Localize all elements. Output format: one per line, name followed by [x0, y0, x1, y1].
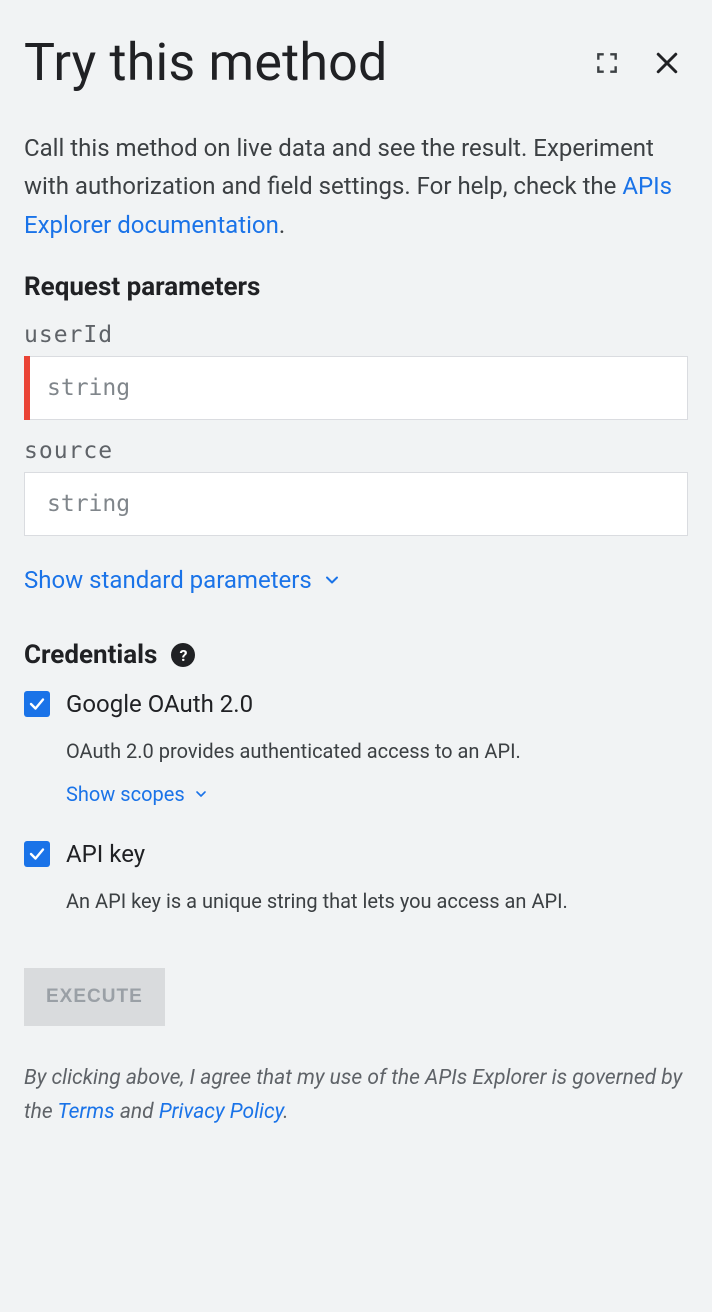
disclaimer-text: By clicking above, I agree that my use o… — [24, 1062, 688, 1129]
intro-text-before: Call this method on live data and see th… — [24, 134, 654, 200]
show-scopes-label: Show scopes — [66, 782, 185, 806]
disclaimer-mid: and — [120, 1100, 159, 1124]
oauth-checkbox[interactable] — [24, 691, 50, 717]
credentials-heading: Credentials ? — [24, 640, 688, 670]
userid-input[interactable] — [24, 356, 688, 420]
source-input-wrap — [24, 472, 688, 536]
terms-link[interactable]: Terms — [57, 1100, 114, 1124]
intro-text: Call this method on live data and see th… — [24, 129, 688, 244]
request-parameters-heading: Request parameters — [24, 272, 688, 302]
credential-apikey: API key An API key is a unique string th… — [24, 840, 688, 916]
intro-text-after: . — [279, 211, 285, 239]
close-icon[interactable] — [652, 48, 682, 78]
credential-apikey-row: API key — [24, 840, 688, 868]
param-label-source: source — [24, 438, 688, 464]
show-standard-parameters-link[interactable]: Show standard parameters — [24, 566, 342, 594]
try-method-panel: Try this method Call this method on live… — [0, 0, 712, 1153]
source-input[interactable] — [24, 472, 688, 536]
chevron-down-icon — [322, 570, 342, 590]
userid-input-wrap — [24, 356, 688, 420]
panel-title: Try this method — [24, 32, 388, 93]
oauth-label: Google OAuth 2.0 — [66, 690, 253, 718]
param-label-userid: userId — [24, 322, 688, 348]
credential-oauth-row: Google OAuth 2.0 — [24, 690, 688, 718]
privacy-policy-link[interactable]: Privacy Policy — [159, 1100, 283, 1124]
chevron-down-icon — [193, 786, 209, 802]
disclaimer-after: . — [283, 1100, 288, 1124]
panel-header: Try this method — [24, 32, 688, 93]
show-scopes-link[interactable]: Show scopes — [66, 782, 209, 806]
credentials-heading-label: Credentials — [24, 640, 157, 670]
oauth-description: OAuth 2.0 provides authenticated access … — [66, 736, 688, 766]
execute-button[interactable]: EXECUTE — [24, 968, 165, 1026]
apikey-checkbox[interactable] — [24, 841, 50, 867]
credential-oauth: Google OAuth 2.0 OAuth 2.0 provides auth… — [24, 690, 688, 806]
show-standard-parameters-label: Show standard parameters — [24, 566, 312, 594]
header-actions — [594, 48, 688, 78]
apikey-description: An API key is a unique string that lets … — [66, 886, 688, 916]
apikey-label: API key — [66, 840, 145, 868]
fullscreen-icon[interactable] — [594, 50, 620, 76]
help-icon[interactable]: ? — [171, 643, 195, 667]
